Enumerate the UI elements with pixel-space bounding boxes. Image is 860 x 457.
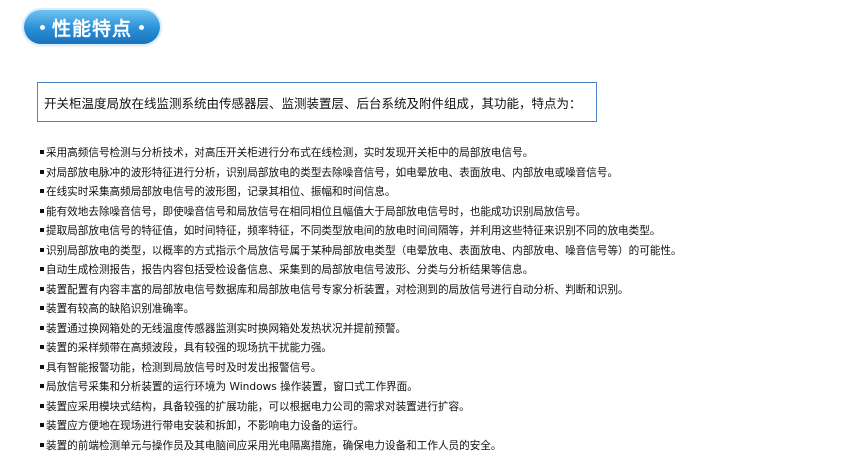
square-bullet-icon bbox=[40, 208, 44, 213]
bullet-dot-icon bbox=[139, 24, 144, 30]
list-item: 在线实时采集高频局部放电信号的波形图，记录其相位、振幅和时间信息。 bbox=[40, 183, 682, 203]
section-title-badge: 性能特点 bbox=[24, 10, 160, 44]
square-bullet-icon bbox=[40, 403, 44, 408]
square-bullet-icon bbox=[40, 247, 44, 252]
square-bullet-icon bbox=[40, 228, 44, 232]
list-item: 提取局部放电信号的特征值，如时间特征，频率特征，不同类型放电间的放电时间间隔等，… bbox=[40, 222, 682, 242]
square-bullet-icon bbox=[40, 169, 44, 174]
square-bullet-icon bbox=[40, 267, 44, 271]
square-bullet-icon bbox=[40, 364, 44, 369]
list-item: 装置的采样频带在高频波段，具有较强的现场抗干扰能力强。 bbox=[40, 339, 682, 359]
list-item: 识别局部放电的类型，以概率的方式指示个局放信号属于某种局部放电类型（电晕放电、表… bbox=[40, 242, 682, 262]
list-item: 自动生成检测报告，报告内容包括受检设备信息、采集到的局部放电信号波形、分类与分析… bbox=[40, 261, 682, 281]
page: 性能特点 开关柜温度局放在线监测系统由传感器层、监测装置层、后台系统及附件组成，… bbox=[0, 0, 860, 457]
square-bullet-icon bbox=[40, 150, 44, 154]
square-bullet-icon bbox=[40, 286, 44, 291]
list-item: 装置配置有内容丰富的局部放电信号数据库和局部放电信号专家分析装置，对检测到的局放… bbox=[40, 281, 682, 301]
list-item: 装置的前端检测单元与操作员及其电脑间应采用光电隔离措施，确保电力设备和工作人员的… bbox=[40, 437, 682, 457]
list-item: 采用高频信号检测与分析技术，对高压开关柜进行分布式在线检测，实时发现开关柜中的局… bbox=[40, 144, 682, 164]
list-item: 能有效地去除噪音信号，即使噪音信号和局放信号在相同相位且幅值大于局部放电信号时，… bbox=[40, 203, 682, 223]
list-item: 装置应采用模块式结构，具备较强的扩展功能，可以根据电力公司的需求对装置进行扩容。 bbox=[40, 398, 682, 418]
square-bullet-icon bbox=[40, 423, 44, 427]
section-title: 性能特点 bbox=[51, 17, 132, 40]
feature-list: 采用高频信号检测与分析技术，对高压开关柜进行分布式在线检测，实时发现开关柜中的局… bbox=[40, 144, 682, 456]
square-bullet-icon bbox=[40, 325, 44, 330]
square-bullet-icon bbox=[40, 189, 44, 193]
square-bullet-icon bbox=[40, 384, 44, 388]
list-item: 装置通过换网箱处的无线温度传感器监测实时换网箱处发热状况并提前预警。 bbox=[40, 320, 682, 340]
list-item: 装置有较高的缺陷识别准确率。 bbox=[40, 300, 682, 320]
list-item: 局放信号采集和分析装置的运行环境为 Windows 操作装置，窗口式工作界面。 bbox=[40, 378, 682, 398]
square-bullet-icon bbox=[40, 306, 44, 310]
bullet-dot-icon bbox=[39, 24, 45, 30]
square-bullet-icon bbox=[40, 345, 44, 349]
intro-box: 开关柜温度局放在线监测系统由传感器层、监测装置层、后台系统及附件组成，其功能，特… bbox=[37, 82, 597, 122]
square-bullet-icon bbox=[40, 442, 44, 447]
list-item: 装置应方便地在现场进行带电安装和拆卸，不影响电力设备的运行。 bbox=[40, 417, 682, 437]
intro-text: 开关柜温度局放在线监测系统由传感器层、监测装置层、后台系统及附件组成，其功能，特… bbox=[44, 95, 582, 111]
list-item: 具有智能报警功能，检测到局放信号时及时发出报警信号。 bbox=[40, 359, 682, 379]
list-item: 对局部放电脉冲的波形特征进行分析，识别局部放电的类型去除噪音信号，如电晕放电、表… bbox=[40, 164, 682, 184]
